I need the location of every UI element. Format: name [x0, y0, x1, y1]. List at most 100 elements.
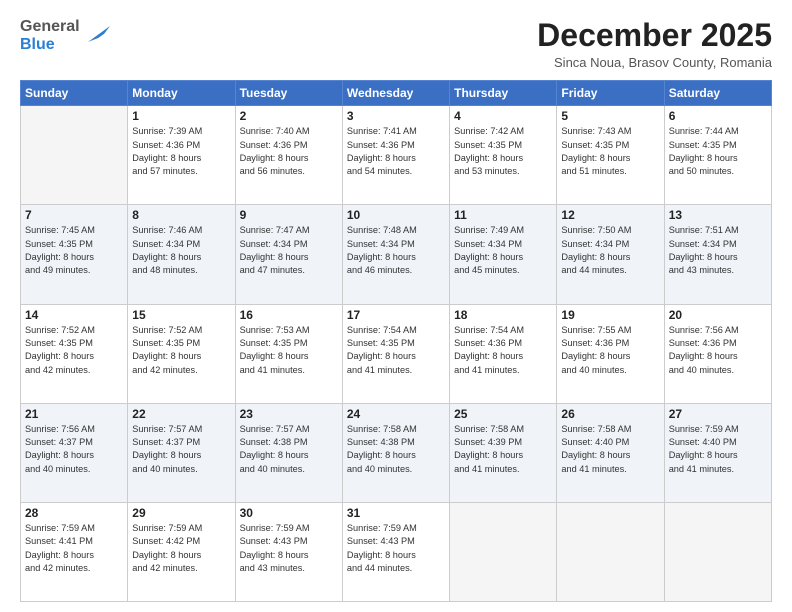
day-info: Sunrise: 7:56 AM Sunset: 4:36 PM Dayligh…: [669, 324, 767, 377]
calendar-cell: 16 Sunrise: 7:53 AM Sunset: 4:35 PM Dayli…: [235, 304, 342, 403]
logo-general-text: General: [20, 18, 80, 36]
calendar-week-row: 7Sunrise: 7:45 AM Sunset: 4:35 PM Daylig…: [21, 205, 772, 304]
day-number: 16: [240, 308, 338, 322]
day-info: Sunrise: 7:59 AM Sunset: 4:42 PM Dayligh…: [132, 522, 230, 575]
day-info: Sunrise: 7:41 AM Sunset: 4:36 PM Dayligh…: [347, 125, 445, 178]
day-number: 1: [132, 109, 230, 123]
calendar-cell: 25 Sunrise: 7:58 AM Sunset: 4:39 PM Dayli…: [450, 403, 557, 502]
logo-icon: [82, 20, 110, 48]
calendar-cell: 3Sunrise: 7:41 AM Sunset: 4:36 PM Daylig…: [342, 106, 449, 205]
day-info: Sunrise: 7:51 AM Sunset: 4:34 PM Dayligh…: [669, 224, 767, 277]
calendar-cell: 22 Sunrise: 7:57 AM Sunset: 4:37 PM Dayli…: [128, 403, 235, 502]
day-info: Sunrise: 7:57 AM Sunset: 4:38 PM Dayligh…: [240, 423, 338, 476]
day-info: Sunrise: 7:59 AM Sunset: 4:43 PM Dayligh…: [240, 522, 338, 575]
calendar-cell: [664, 502, 771, 601]
day-info: Sunrise: 7:58 AM Sunset: 4:40 PM Dayligh…: [561, 423, 659, 476]
day-number: 9: [240, 208, 338, 222]
header: General Blue December 2025 Sinca Noua, B…: [20, 18, 772, 70]
calendar-cell: 9 Sunrise: 7:47 AM Sunset: 4:34 PM Daylig…: [235, 205, 342, 304]
page: General Blue December 2025 Sinca Noua, B…: [0, 0, 792, 612]
calendar-cell: 24 Sunrise: 7:58 AM Sunset: 4:38 PM Dayli…: [342, 403, 449, 502]
calendar-cell: 27 Sunrise: 7:59 AM Sunset: 4:40 PM Dayli…: [664, 403, 771, 502]
calendar-cell: 31 Sunrise: 7:59 AM Sunset: 4:43 PM Dayli…: [342, 502, 449, 601]
day-info: Sunrise: 7:48 AM Sunset: 4:34 PM Dayligh…: [347, 224, 445, 277]
day-number: 10: [347, 208, 445, 222]
day-info: Sunrise: 7:39 AM Sunset: 4:36 PM Dayligh…: [132, 125, 230, 178]
day-info: Sunrise: 7:57 AM Sunset: 4:37 PM Dayligh…: [132, 423, 230, 476]
day-number: 25: [454, 407, 552, 421]
subtitle: Sinca Noua, Brasov County, Romania: [537, 55, 772, 70]
day-info: Sunrise: 7:50 AM Sunset: 4:34 PM Dayligh…: [561, 224, 659, 277]
calendar-cell: 26Sunrise: 7:58 AM Sunset: 4:40 PM Dayli…: [557, 403, 664, 502]
logo-blue-text: Blue: [20, 36, 80, 54]
day-info: Sunrise: 7:44 AM Sunset: 4:35 PM Dayligh…: [669, 125, 767, 178]
day-number: 17: [347, 308, 445, 322]
calendar-cell: [21, 106, 128, 205]
day-number: 23: [240, 407, 338, 421]
calendar-cell: 8 Sunrise: 7:46 AM Sunset: 4:34 PM Daylig…: [128, 205, 235, 304]
calendar-cell: [450, 502, 557, 601]
day-info: Sunrise: 7:43 AM Sunset: 4:35 PM Dayligh…: [561, 125, 659, 178]
day-info: Sunrise: 7:53 AM Sunset: 4:35 PM Dayligh…: [240, 324, 338, 377]
day-info: Sunrise: 7:47 AM Sunset: 4:34 PM Dayligh…: [240, 224, 338, 277]
day-info: Sunrise: 7:42 AM Sunset: 4:35 PM Dayligh…: [454, 125, 552, 178]
day-number: 24: [347, 407, 445, 421]
calendar-cell: 1 Sunrise: 7:39 AM Sunset: 4:36 PM Daylig…: [128, 106, 235, 205]
day-number: 12: [561, 208, 659, 222]
day-number: 14: [25, 308, 123, 322]
day-info: Sunrise: 7:59 AM Sunset: 4:40 PM Dayligh…: [669, 423, 767, 476]
weekday-header-row: Sunday Monday Tuesday Wednesday Thursday…: [21, 81, 772, 106]
day-number: 4: [454, 109, 552, 123]
col-thursday: Thursday: [450, 81, 557, 106]
day-number: 30: [240, 506, 338, 520]
month-title: December 2025: [537, 18, 772, 53]
day-number: 8: [132, 208, 230, 222]
calendar-week-row: 28 Sunrise: 7:59 AM Sunset: 4:41 PM Dayli…: [21, 502, 772, 601]
calendar-cell: 17 Sunrise: 7:54 AM Sunset: 4:35 PM Dayli…: [342, 304, 449, 403]
calendar-cell: 7Sunrise: 7:45 AM Sunset: 4:35 PM Daylig…: [21, 205, 128, 304]
calendar-cell: 15 Sunrise: 7:52 AM Sunset: 4:35 PM Dayli…: [128, 304, 235, 403]
day-info: Sunrise: 7:58 AM Sunset: 4:39 PM Dayligh…: [454, 423, 552, 476]
title-block: December 2025 Sinca Noua, Brasov County,…: [537, 18, 772, 70]
day-number: 27: [669, 407, 767, 421]
day-number: 21: [25, 407, 123, 421]
day-number: 20: [669, 308, 767, 322]
calendar-cell: 29 Sunrise: 7:59 AM Sunset: 4:42 PM Dayli…: [128, 502, 235, 601]
day-number: 31: [347, 506, 445, 520]
calendar-week-row: 21Sunrise: 7:56 AM Sunset: 4:37 PM Dayli…: [21, 403, 772, 502]
day-info: Sunrise: 7:59 AM Sunset: 4:43 PM Dayligh…: [347, 522, 445, 575]
calendar-cell: 10 Sunrise: 7:48 AM Sunset: 4:34 PM Dayli…: [342, 205, 449, 304]
day-number: 28: [25, 506, 123, 520]
day-info: Sunrise: 7:52 AM Sunset: 4:35 PM Dayligh…: [25, 324, 123, 377]
calendar-table: Sunday Monday Tuesday Wednesday Thursday…: [20, 80, 772, 602]
calendar-cell: 13Sunrise: 7:51 AM Sunset: 4:34 PM Dayli…: [664, 205, 771, 304]
calendar-cell: 28 Sunrise: 7:59 AM Sunset: 4:41 PM Dayli…: [21, 502, 128, 601]
day-info: Sunrise: 7:58 AM Sunset: 4:38 PM Dayligh…: [347, 423, 445, 476]
calendar-cell: 30 Sunrise: 7:59 AM Sunset: 4:43 PM Dayli…: [235, 502, 342, 601]
calendar-cell: [557, 502, 664, 601]
day-info: Sunrise: 7:55 AM Sunset: 4:36 PM Dayligh…: [561, 324, 659, 377]
logo: General Blue: [20, 18, 110, 53]
calendar-week-row: 1 Sunrise: 7:39 AM Sunset: 4:36 PM Daylig…: [21, 106, 772, 205]
calendar-cell: 14 Sunrise: 7:52 AM Sunset: 4:35 PM Dayli…: [21, 304, 128, 403]
day-number: 22: [132, 407, 230, 421]
col-friday: Friday: [557, 81, 664, 106]
day-info: Sunrise: 7:54 AM Sunset: 4:36 PM Dayligh…: [454, 324, 552, 377]
day-number: 15: [132, 308, 230, 322]
col-sunday: Sunday: [21, 81, 128, 106]
day-info: Sunrise: 7:54 AM Sunset: 4:35 PM Dayligh…: [347, 324, 445, 377]
col-tuesday: Tuesday: [235, 81, 342, 106]
calendar-cell: 18 Sunrise: 7:54 AM Sunset: 4:36 PM Dayli…: [450, 304, 557, 403]
day-info: Sunrise: 7:59 AM Sunset: 4:41 PM Dayligh…: [25, 522, 123, 575]
calendar-cell: 23 Sunrise: 7:57 AM Sunset: 4:38 PM Dayli…: [235, 403, 342, 502]
day-info: Sunrise: 7:52 AM Sunset: 4:35 PM Dayligh…: [132, 324, 230, 377]
day-info: Sunrise: 7:46 AM Sunset: 4:34 PM Dayligh…: [132, 224, 230, 277]
day-number: 5: [561, 109, 659, 123]
day-info: Sunrise: 7:40 AM Sunset: 4:36 PM Dayligh…: [240, 125, 338, 178]
day-number: 18: [454, 308, 552, 322]
day-number: 7: [25, 208, 123, 222]
calendar-cell: 6Sunrise: 7:44 AM Sunset: 4:35 PM Daylig…: [664, 106, 771, 205]
calendar-cell: 19Sunrise: 7:55 AM Sunset: 4:36 PM Dayli…: [557, 304, 664, 403]
day-number: 29: [132, 506, 230, 520]
col-saturday: Saturday: [664, 81, 771, 106]
